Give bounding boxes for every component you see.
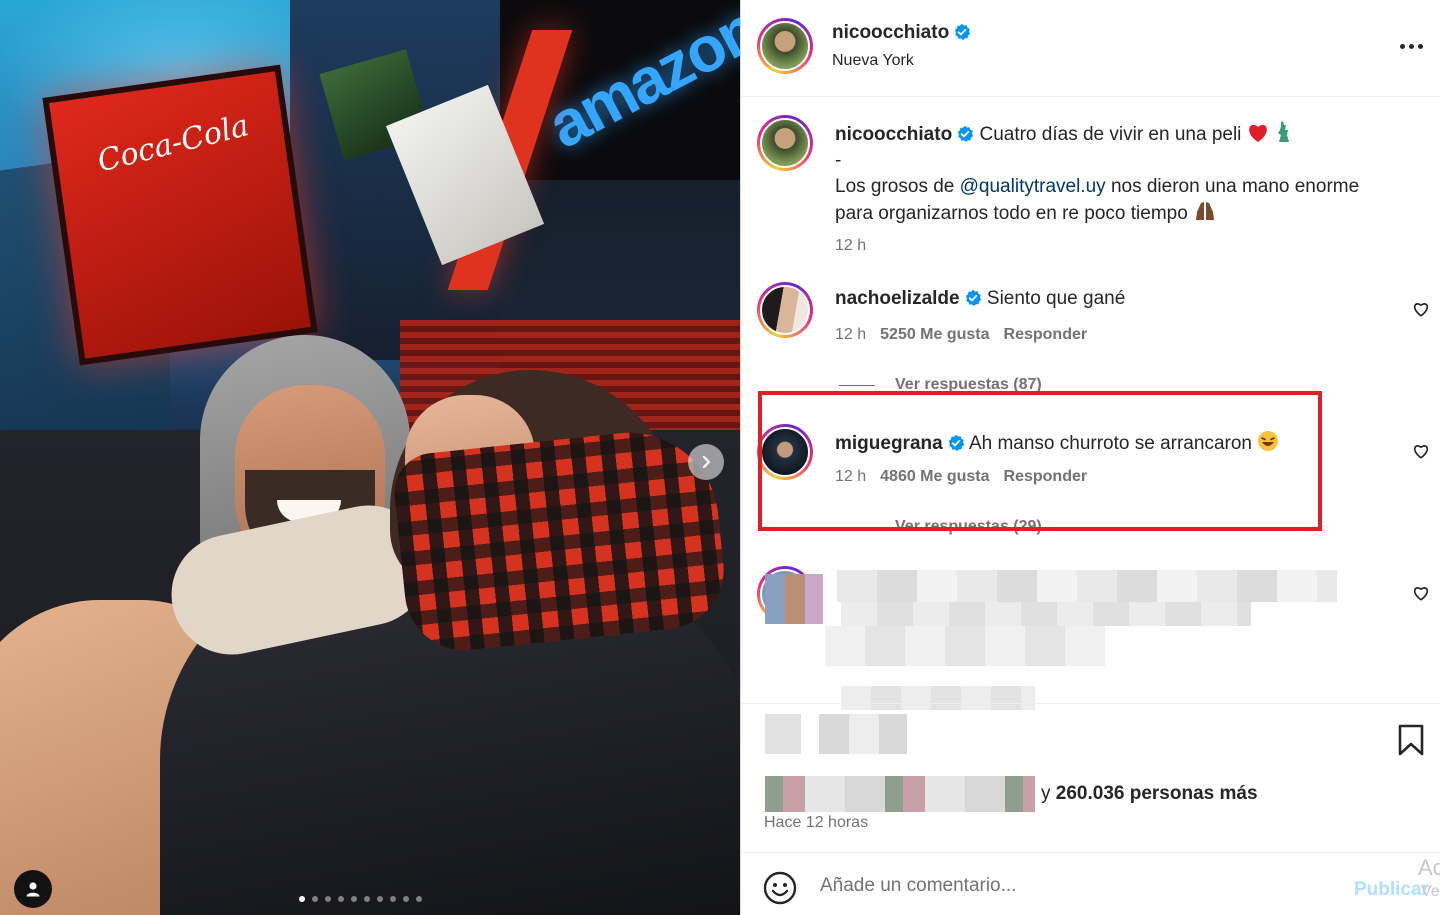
likes-count[interactable]: 260.036 personas más xyxy=(1056,783,1258,804)
pixelated-block xyxy=(825,626,1105,666)
caption-line-4: para organizarnos todo en re poco tiempo xyxy=(835,203,1188,224)
statue-of-liberty-icon xyxy=(1277,121,1289,142)
watermark-ac: Ac xyxy=(1418,855,1440,880)
verified-badge-icon xyxy=(965,289,981,306)
carousel-dot xyxy=(299,896,305,902)
post-actions: y 260.036 personas más Hace 12 horas xyxy=(741,703,1440,853)
comment-body: Siento que gané xyxy=(986,288,1126,309)
post-location[interactable]: Nueva York xyxy=(832,52,914,70)
carousel-dot xyxy=(325,896,331,902)
carousel-dot xyxy=(403,896,409,902)
post-author[interactable]: nicoocchiato xyxy=(832,22,971,44)
comment-text: nachoelizalde Siento que gané xyxy=(835,288,1125,310)
pixelated-block xyxy=(841,602,1251,626)
carousel-dot xyxy=(351,896,357,902)
carousel-dot xyxy=(338,896,344,902)
caption-line-2: - xyxy=(835,150,842,171)
comment-likes[interactable]: 5250 Me gusta xyxy=(880,326,989,343)
highlight-box xyxy=(758,391,1322,531)
caption-line-1: Cuatro días de vivir en una peli xyxy=(979,124,1242,145)
red-heart-icon xyxy=(1248,124,1267,142)
likes-summary[interactable]: y 260.036 personas más xyxy=(1041,783,1258,805)
caption-text: nicoocchiato Cuatro días de vivir en una… xyxy=(835,121,1405,259)
comment-time: 12 h xyxy=(835,326,867,343)
avatar[interactable] xyxy=(757,115,813,171)
author-username[interactable]: nicoocchiato xyxy=(832,22,949,43)
praying-hands-icon xyxy=(1196,202,1215,220)
avatar[interactable] xyxy=(757,18,813,74)
bookmark-icon[interactable] xyxy=(1397,724,1425,756)
carousel-dot xyxy=(312,896,318,902)
chevron-right-icon xyxy=(702,455,711,469)
plaid-scarf xyxy=(390,423,730,657)
comment-meta: 12 h 5250 Me gusta Responder xyxy=(835,326,1087,344)
user-tag-icon xyxy=(26,882,40,897)
mention-link[interactable]: @qualitytravel.uy xyxy=(960,176,1106,197)
caption-username[interactable]: nicoocchiato xyxy=(835,124,952,145)
heart-icon[interactable] xyxy=(1412,442,1430,460)
comment-input[interactable] xyxy=(820,869,1340,903)
pixelated-action-icon xyxy=(765,714,801,754)
more-options-icon[interactable] xyxy=(1396,34,1426,58)
carousel-indicator xyxy=(299,896,422,902)
carousel-dot xyxy=(416,896,422,902)
reply-button[interactable]: Responder xyxy=(1004,326,1088,343)
coca-cola-billboard: Coca-Cola xyxy=(42,64,318,366)
post-timestamp: Hace 12 horas xyxy=(764,814,869,831)
caption-time: 12 h xyxy=(835,237,867,254)
pixelated-block xyxy=(837,570,1337,602)
likes-prefix: y xyxy=(1041,783,1056,804)
next-photo-button[interactable] xyxy=(688,444,724,480)
publish-button[interactable]: Publicar xyxy=(1354,879,1429,901)
caption-line-3: Los grosos de xyxy=(835,176,960,197)
pixelated-action-icon xyxy=(819,714,907,754)
amazon-sign-text: amazon xyxy=(536,0,740,162)
coca-cola-sign-text: Coca-Cola xyxy=(94,108,253,180)
post-photo[interactable]: amazon Coca-Cola xyxy=(0,0,740,915)
watermark-ve: Ve xyxy=(1421,883,1440,900)
verified-badge-icon xyxy=(954,23,971,40)
emoji-smiley-icon[interactable] xyxy=(763,871,797,905)
avatar[interactable] xyxy=(757,282,813,338)
carousel-dot xyxy=(364,896,370,902)
tagged-users-button[interactable] xyxy=(14,870,52,908)
post-header: nicoocchiato Nueva York xyxy=(741,0,1440,97)
pixelated-block xyxy=(765,574,823,624)
carousel-dot xyxy=(390,896,396,902)
heart-icon[interactable] xyxy=(1412,584,1430,602)
carousel-dot xyxy=(377,896,383,902)
comment-composer: Publicar Ac Ve xyxy=(741,852,1440,915)
verified-badge-icon xyxy=(957,125,974,142)
pixelated-likers xyxy=(765,776,1035,812)
heart-icon[interactable] xyxy=(1412,300,1430,318)
caption-line-3-end: nos dieron una mano enorme xyxy=(1105,176,1360,197)
comment-username[interactable]: nachoelizalde xyxy=(835,288,960,309)
